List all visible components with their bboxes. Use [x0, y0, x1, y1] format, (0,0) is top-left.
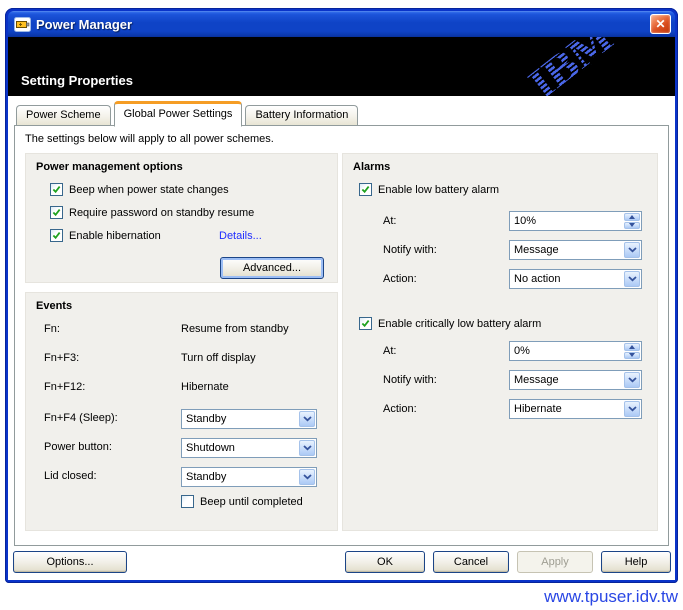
tab-power-scheme[interactable]: Power Scheme [16, 105, 111, 125]
close-button[interactable]: ✕ [650, 14, 671, 34]
spinner-down-icon[interactable] [624, 352, 640, 360]
enable-hibernation-checkbox-row: Enable hibernation [50, 229, 161, 242]
fnf12-value: Hibernate [181, 381, 229, 393]
tab-global-power-settings[interactable]: Global Power Settings [114, 101, 243, 127]
lid-closed-value: Standby [182, 468, 298, 486]
screenshot-canvas: Power Manager ✕ Setting Properties IBM P… [0, 0, 683, 610]
spinner-up-icon[interactable] [624, 343, 640, 351]
alarms-panel: Alarms Enable low battery alarm At: 10% [342, 153, 658, 531]
critical-at-spinner[interactable]: 0% [509, 341, 642, 361]
require-password-checkbox-row: Require password on standby resume [50, 206, 254, 219]
enable-hibernation-checkbox[interactable] [50, 229, 63, 242]
chevron-down-icon[interactable] [624, 242, 640, 258]
check-icon [52, 185, 61, 194]
lid-closed-label: Lid closed: [44, 470, 97, 482]
beep-power-state-checkbox-row: Beep when power state changes [50, 183, 229, 196]
chevron-down-icon[interactable] [299, 469, 315, 485]
fn-value: Resume from standby [181, 323, 289, 335]
check-icon [52, 208, 61, 217]
fnf4-sleep-value: Standby [182, 410, 298, 428]
critical-action-value: Hibernate [510, 400, 623, 418]
fnf12-label: Fn+F12: [44, 381, 85, 393]
chevron-down-icon[interactable] [299, 411, 315, 427]
events-title: Events [36, 300, 72, 312]
chevron-down-icon[interactable] [624, 372, 640, 388]
fnf3-value: Turn off display [181, 352, 256, 364]
details-link[interactable]: Details... [219, 230, 262, 242]
apply-button: Apply [517, 551, 593, 573]
spinner-up-icon[interactable] [624, 213, 640, 221]
enable-critical-alarm-checkbox[interactable] [359, 317, 372, 330]
beep-until-completed-label: Beep until completed [200, 496, 303, 508]
require-password-label: Require password on standby resume [69, 207, 254, 219]
tab-strip: Power Scheme Global Power Settings Batte… [15, 100, 359, 126]
power-management-options-title: Power management options [36, 161, 183, 173]
ok-button[interactable]: OK [345, 551, 425, 573]
low-action-label: Action: [383, 273, 417, 285]
enable-critical-alarm-row: Enable critically low battery alarm [359, 317, 541, 330]
intro-text: The settings below will apply to all pow… [25, 133, 274, 145]
dialog-body: Power Scheme Global Power Settings Batte… [8, 96, 675, 580]
check-icon [361, 185, 370, 194]
enable-low-battery-alarm-row: Enable low battery alarm [359, 183, 499, 196]
beep-until-completed-checkbox[interactable] [181, 495, 194, 508]
check-icon [52, 231, 61, 240]
enable-critical-alarm-label: Enable critically low battery alarm [378, 318, 541, 330]
tab-battery-information[interactable]: Battery Information [245, 105, 358, 125]
beep-until-completed-row: Beep until completed [181, 495, 303, 508]
watermark-url: www.tpuser.idv.tw [544, 587, 678, 607]
chevron-down-icon[interactable] [624, 271, 640, 287]
check-icon [361, 319, 370, 328]
low-at-spinner[interactable]: 10% [509, 211, 642, 231]
power-button-select[interactable]: Shutdown [181, 438, 317, 458]
ibm-logo: IBM [524, 37, 620, 96]
beep-power-state-checkbox[interactable] [50, 183, 63, 196]
low-notify-label: Notify with: [383, 244, 437, 256]
power-button-value: Shutdown [182, 439, 298, 457]
chevron-down-icon[interactable] [299, 440, 315, 456]
header-banner: Setting Properties IBM [8, 37, 675, 96]
spinner-down-icon[interactable] [624, 222, 640, 230]
help-button[interactable]: Help [601, 551, 671, 573]
power-manager-app-icon [14, 17, 31, 32]
lid-closed-select[interactable]: Standby [181, 467, 317, 487]
chevron-down-icon[interactable] [624, 401, 640, 417]
critical-notify-select[interactable]: Message [509, 370, 642, 390]
banner-title: Setting Properties [21, 73, 133, 88]
options-button[interactable]: Options... [13, 551, 127, 573]
critical-notify-label: Notify with: [383, 374, 437, 386]
power-button-label: Power button: [44, 441, 112, 453]
critical-at-value: 0% [510, 342, 623, 360]
low-notify-value: Message [510, 241, 623, 259]
low-action-select[interactable]: No action [509, 269, 642, 289]
fnf4-sleep-label: Fn+F4 (Sleep): [44, 412, 118, 424]
low-at-value: 10% [510, 212, 623, 230]
events-panel: Events Fn: Resume from standby Fn+F3: Tu… [25, 292, 338, 531]
alarms-title: Alarms [353, 161, 390, 173]
fn-label: Fn: [44, 323, 60, 335]
critical-at-label: At: [383, 345, 396, 357]
power-management-options-panel: Power management options Beep when power… [25, 153, 338, 283]
fnf3-label: Fn+F3: [44, 352, 79, 364]
cancel-button[interactable]: Cancel [433, 551, 509, 573]
advanced-button[interactable]: Advanced... [220, 257, 324, 279]
critical-notify-value: Message [510, 371, 623, 389]
tab-page: The settings below will apply to all pow… [14, 125, 669, 546]
fnf4-sleep-select[interactable]: Standby [181, 409, 317, 429]
beep-power-state-label: Beep when power state changes [69, 184, 229, 196]
enable-low-battery-alarm-checkbox[interactable] [359, 183, 372, 196]
power-manager-window: Power Manager ✕ Setting Properties IBM P… [5, 8, 678, 583]
window-title: Power Manager [36, 17, 132, 32]
enable-hibernation-label: Enable hibernation [69, 230, 161, 242]
title-bar: Power Manager ✕ [8, 11, 675, 37]
enable-low-battery-alarm-label: Enable low battery alarm [378, 184, 499, 196]
require-password-checkbox[interactable] [50, 206, 63, 219]
critical-action-select[interactable]: Hibernate [509, 399, 642, 419]
low-action-value: No action [510, 270, 623, 288]
low-notify-select[interactable]: Message [509, 240, 642, 260]
low-at-label: At: [383, 215, 396, 227]
critical-action-label: Action: [383, 403, 417, 415]
